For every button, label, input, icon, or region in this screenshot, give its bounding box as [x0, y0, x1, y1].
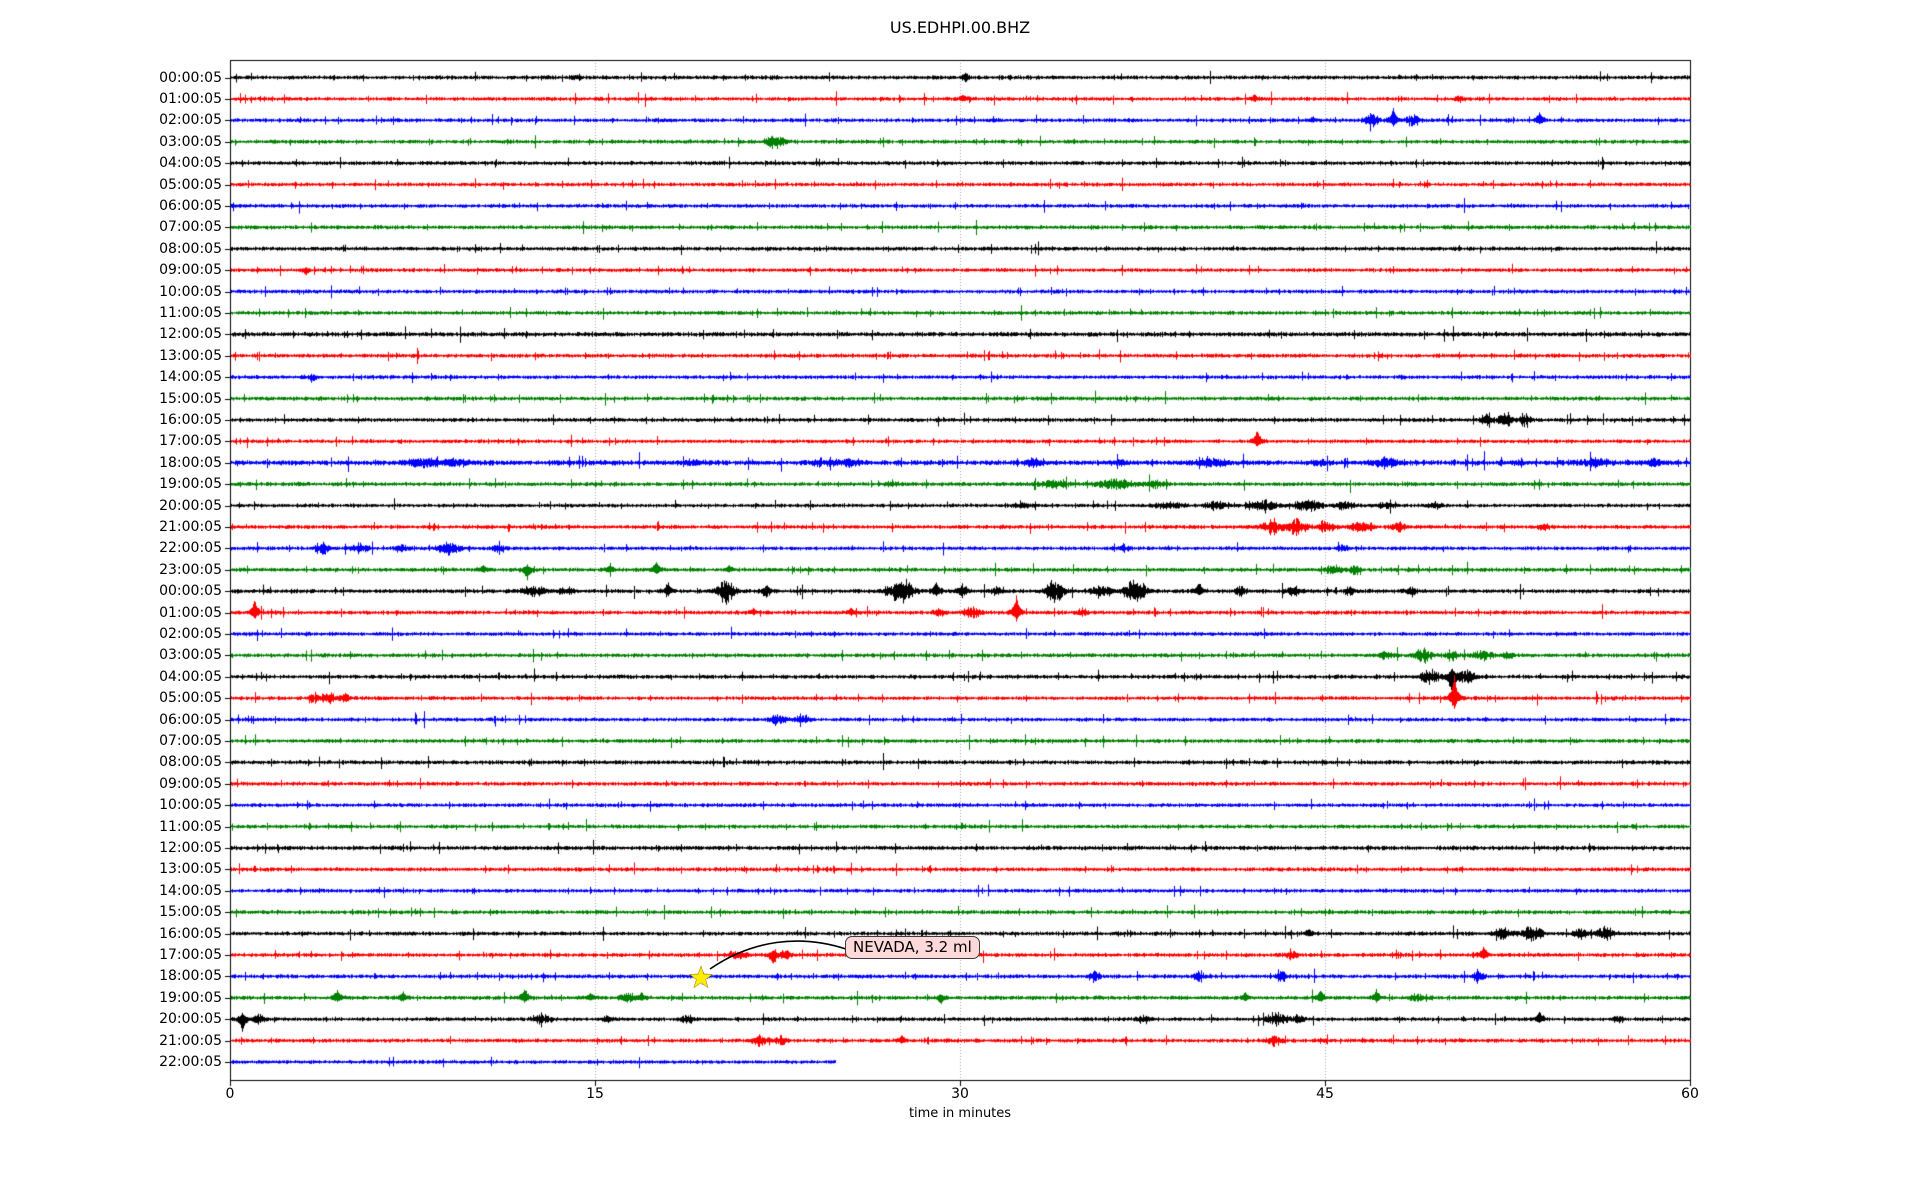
- row-time-label: 10:00:05: [0, 283, 222, 301]
- row-time-label: 20:00:05: [0, 497, 222, 515]
- row-time-label: 11:00:05: [0, 304, 222, 322]
- row-time-label: 05:00:05: [0, 176, 222, 194]
- row-time-label: 03:00:05: [0, 646, 222, 664]
- row-time-label: 06:00:05: [0, 197, 222, 215]
- x-tick-label: 0: [200, 1086, 260, 1102]
- event-annotation-label: NEVADA, 3.2 ml: [845, 936, 980, 959]
- row-time-label: 16:00:05: [0, 925, 222, 943]
- row-time-label: 00:00:05: [0, 69, 222, 87]
- row-time-label: 02:00:05: [0, 111, 222, 129]
- row-time-label: 22:00:05: [0, 1053, 222, 1071]
- x-tick-label: 15: [565, 1086, 625, 1102]
- row-time-label: 15:00:05: [0, 903, 222, 921]
- x-tick-label: 30: [930, 1086, 990, 1102]
- row-time-label: 09:00:05: [0, 261, 222, 279]
- row-time-label: 18:00:05: [0, 454, 222, 472]
- x-tick-label: 45: [1295, 1086, 1355, 1102]
- row-time-label: 21:00:05: [0, 1032, 222, 1050]
- row-time-label: 01:00:05: [0, 90, 222, 108]
- row-time-label: 01:00:05: [0, 604, 222, 622]
- row-time-label: 14:00:05: [0, 368, 222, 386]
- row-time-label: 05:00:05: [0, 689, 222, 707]
- row-time-label: 13:00:05: [0, 347, 222, 365]
- row-time-label: 02:00:05: [0, 625, 222, 643]
- row-time-label: 00:00:05: [0, 582, 222, 600]
- row-time-label: 08:00:05: [0, 753, 222, 771]
- row-time-label: 10:00:05: [0, 796, 222, 814]
- row-time-label: 08:00:05: [0, 240, 222, 258]
- row-time-label: 15:00:05: [0, 390, 222, 408]
- row-time-label: 04:00:05: [0, 154, 222, 172]
- row-time-label: 17:00:05: [0, 946, 222, 964]
- row-time-label: 19:00:05: [0, 989, 222, 1007]
- row-time-label: 12:00:05: [0, 839, 222, 857]
- row-time-label: 13:00:05: [0, 860, 222, 878]
- row-time-label: 22:00:05: [0, 539, 222, 557]
- row-time-label: 18:00:05: [0, 967, 222, 985]
- row-time-label: 12:00:05: [0, 325, 222, 343]
- row-time-label: 19:00:05: [0, 475, 222, 493]
- row-time-label: 23:00:05: [0, 561, 222, 579]
- row-time-label: 07:00:05: [0, 218, 222, 236]
- row-time-label: 16:00:05: [0, 411, 222, 429]
- row-time-label: 07:00:05: [0, 732, 222, 750]
- helicorder-figure: US.EDHPI.00.BHZ 00:00:05 01:00:05 02:00:05…: [0, 0, 1920, 1200]
- row-time-label: 11:00:05: [0, 818, 222, 836]
- row-time-label: 21:00:05: [0, 518, 222, 536]
- row-time-label: 03:00:05: [0, 133, 222, 151]
- chart-title: US.EDHPI.00.BHZ: [0, 18, 1920, 37]
- row-time-label: 09:00:05: [0, 775, 222, 793]
- seismogram-canvas: [0, 0, 1920, 1200]
- row-time-label: 20:00:05: [0, 1010, 222, 1028]
- row-time-label: 06:00:05: [0, 711, 222, 729]
- x-axis-label: time in minutes: [0, 1106, 1920, 1121]
- x-tick-label: 60: [1660, 1086, 1720, 1102]
- row-time-label: 04:00:05: [0, 668, 222, 686]
- row-time-label: 14:00:05: [0, 882, 222, 900]
- row-time-label: 17:00:05: [0, 432, 222, 450]
